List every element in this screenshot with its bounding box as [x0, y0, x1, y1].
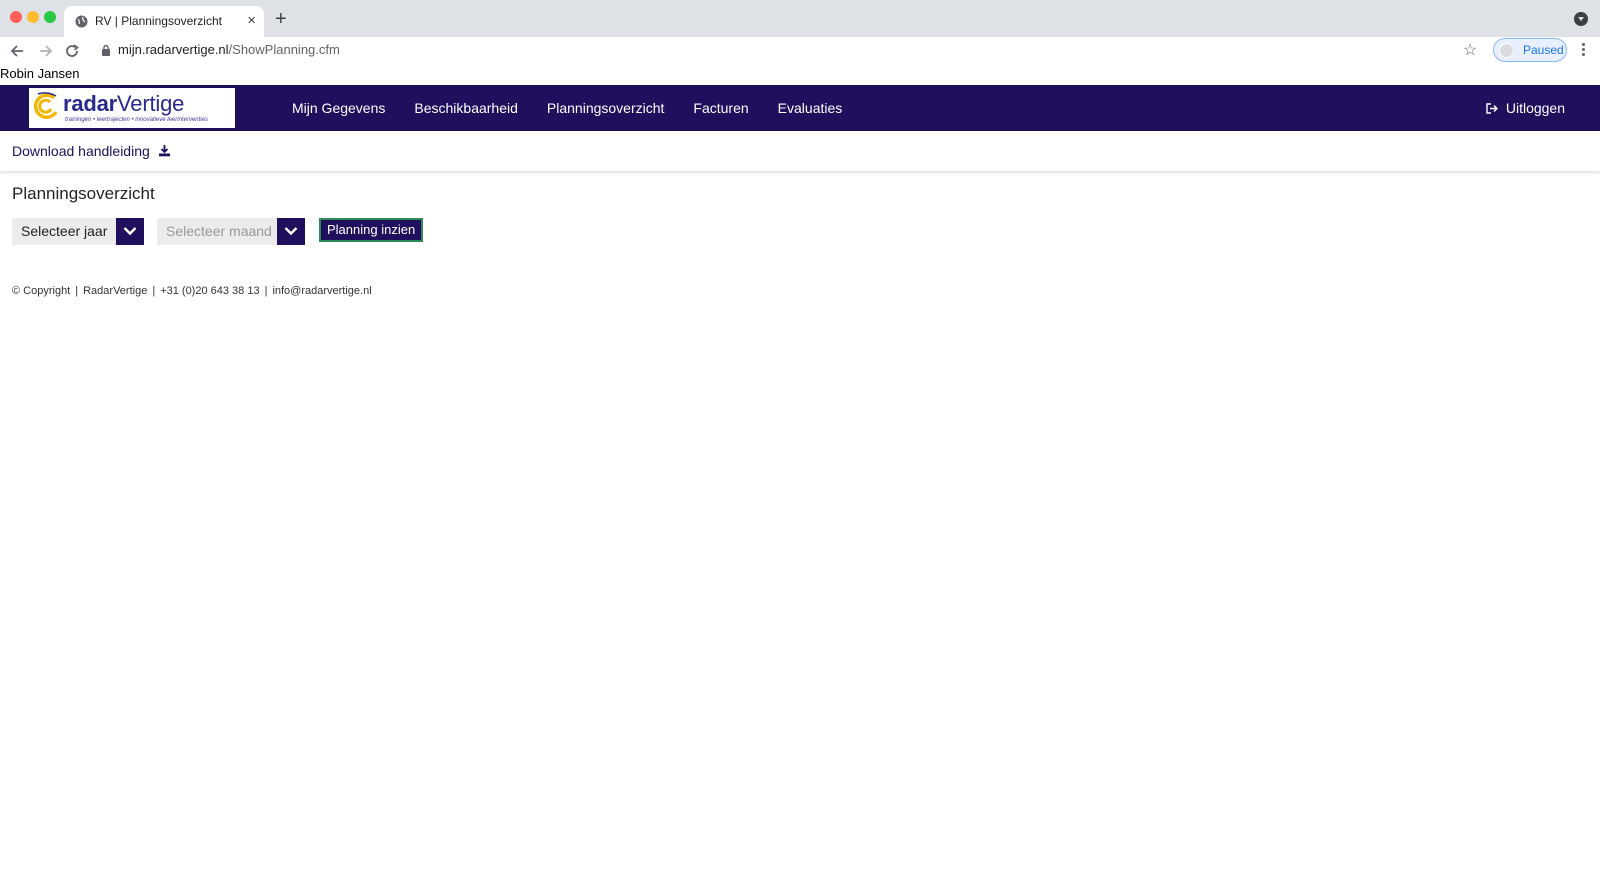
view-planning-button[interactable]: Planning inzien: [319, 218, 424, 242]
nav-item-facturen[interactable]: Facturen: [693, 85, 748, 131]
new-tab-icon[interactable]: +: [275, 8, 287, 30]
page-title: Planningsoverzicht: [12, 184, 155, 203]
year-select-value[interactable]: Selecteer jaar: [12, 218, 116, 245]
back-arrow-icon[interactable]: [8, 41, 28, 61]
reload-icon[interactable]: [62, 41, 82, 61]
company-name: RadarVertige: [83, 285, 148, 297]
address-bar[interactable]: mijn.radarvertige.nl/ShowPlanning.cfm: [118, 42, 340, 57]
close-window-button[interactable]: [10, 11, 22, 23]
browser-toolbar: mijn.radarvertige.nl/ShowPlanning.cfm ☆ …: [0, 37, 1600, 65]
url-path: /ShowPlanning.cfm: [228, 42, 340, 57]
month-select-value[interactable]: Selecteer maand: [157, 218, 277, 245]
month-select[interactable]: Selecteer maand: [157, 218, 305, 245]
browser-tab-bar: RV | Planningsoverzicht × +: [0, 0, 1600, 37]
forward-arrow-icon[interactable]: [35, 41, 55, 61]
url-host: mijn.radarvertige.nl: [118, 42, 229, 57]
profile-button[interactable]: Paused: [1493, 38, 1567, 62]
tab-title: RV | Planningsoverzicht: [95, 14, 222, 28]
user-name: Robin Jansen: [0, 66, 80, 81]
maximize-window-button[interactable]: [44, 11, 56, 23]
month-select-toggle[interactable]: [277, 218, 305, 245]
avatar: [1499, 43, 1514, 58]
download-icon: [158, 145, 170, 157]
profile-status-label: Paused: [1523, 43, 1564, 57]
chevron-down-icon: [123, 227, 137, 236]
browser-menu-icon[interactable]: [1582, 43, 1586, 57]
radar-logo-icon: [33, 92, 58, 119]
main-navigation-bar: radarVertige trainingen • leertrajecten …: [0, 85, 1600, 131]
logo-tagline: trainingen • leertrajecten • innovatieve…: [65, 117, 208, 123]
tab-search-icon[interactable]: [1574, 12, 1588, 26]
bookmark-star-icon[interactable]: ☆: [1463, 40, 1477, 60]
minimize-window-button[interactable]: [27, 11, 39, 23]
email-link[interactable]: info@radarvertige.nl: [272, 285, 371, 297]
chevron-down-icon: [284, 227, 298, 236]
logo-wordmark: radarVertige: [63, 91, 185, 116]
globe-icon: [75, 15, 88, 28]
nav-links: Mijn Gegevens Beschikbaarheid Planningso…: [292, 85, 871, 131]
year-select-toggle[interactable]: [116, 218, 144, 245]
logout-button[interactable]: Uitloggen: [1486, 85, 1565, 131]
download-manual-label: Download handleiding: [12, 143, 150, 159]
sub-navigation-bar: Download handleiding: [0, 131, 1600, 171]
copyright-text: © Copyright: [12, 285, 71, 297]
logout-label: Uitloggen: [1505, 100, 1565, 116]
download-manual-link[interactable]: Download handleiding: [12, 143, 171, 159]
nav-item-beschikbaarheid[interactable]: Beschikbaarheid: [414, 85, 518, 131]
nav-item-mijn-gegevens[interactable]: Mijn Gegevens: [292, 85, 385, 131]
sign-out-icon: [1486, 103, 1498, 114]
page-footer: © Copyright | RadarVertige | +31 (0)20 643 3…: [12, 285, 372, 297]
close-tab-icon[interactable]: ×: [247, 12, 256, 30]
lock-icon[interactable]: [101, 44, 111, 56]
browser-tab[interactable]: RV | Planningsoverzicht ×: [64, 6, 264, 37]
nav-item-evaluaties[interactable]: Evaluaties: [778, 85, 843, 131]
phone-number: +31 (0)20 643 38 13: [160, 285, 260, 297]
radarvertige-logo[interactable]: radarVertige trainingen • leertrajecten …: [29, 88, 235, 128]
year-select[interactable]: Selecteer jaar: [12, 218, 144, 245]
nav-item-planningsoverzicht[interactable]: Planningsoverzicht: [547, 85, 665, 131]
